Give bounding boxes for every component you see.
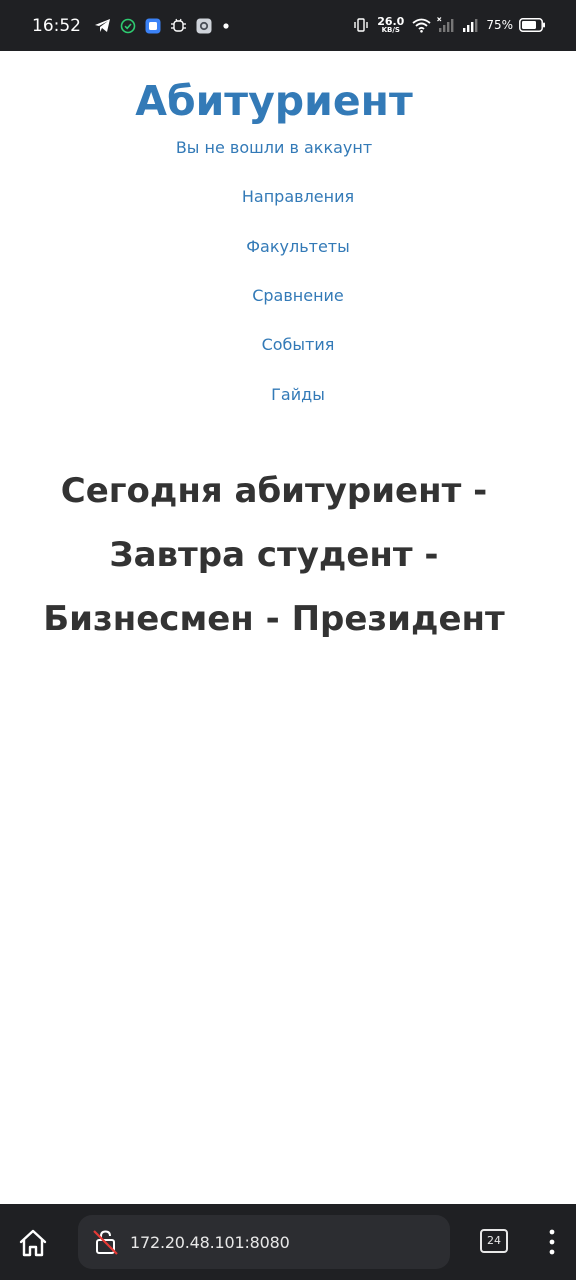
vibrate-icon [353, 17, 369, 33]
slogan-line: Завтра студент - [109, 535, 439, 575]
nav-link-faculties[interactable]: Факультеты [0, 234, 576, 260]
site-title[interactable]: Абитуриент [0, 77, 548, 125]
nav-link-events[interactable]: События [0, 332, 576, 358]
home-icon[interactable] [18, 1228, 48, 1258]
address-bar[interactable]: 172.20.48.101:8080 [78, 1215, 450, 1269]
app-notification-icon [145, 18, 161, 34]
url-text[interactable]: 172.20.48.101:8080 [130, 1233, 290, 1252]
status-left: 16:52 [32, 16, 231, 36]
browser-bottom-bar: 172.20.48.101:8080 24 [0, 1204, 576, 1280]
battery-icon [519, 18, 546, 33]
mobile-signal-icon [462, 17, 480, 33]
auth-status-link[interactable]: Вы не вошли в аккаунт [0, 138, 548, 157]
status-time: 16:52 [32, 15, 81, 36]
network-speed: 26.0 KB/S [377, 16, 404, 35]
mobile-signal-off-icon [437, 17, 456, 33]
network-speed-unit: KB/S [381, 26, 400, 35]
not-secure-lock-icon[interactable] [92, 1228, 120, 1256]
tabs-icon[interactable]: 24 [480, 1229, 508, 1253]
slogan-heading: Сегодня абитуриент - Завтра студент - Би… [0, 459, 548, 651]
slogan-line: Бизнесмен - Президент [43, 599, 505, 639]
nav-link-directions[interactable]: Направления [0, 184, 576, 210]
nav-link-comparison[interactable]: Сравнение [0, 283, 576, 309]
status-right: 26.0 KB/S 75% [353, 16, 546, 35]
nav-link-guides[interactable]: Гайды [0, 382, 576, 408]
wifi-icon [412, 18, 431, 33]
slogan-line: Сегодня абитуриент - [60, 471, 488, 511]
android-debug-icon [170, 18, 187, 34]
status-bar: 16:52 26.0 KB/S 75% [0, 0, 576, 51]
sync-check-icon [120, 18, 136, 34]
more-menu-icon[interactable] [542, 1228, 562, 1258]
settings-app-icon [196, 18, 212, 34]
battery-percent: 75% [486, 18, 513, 33]
dot-icon [221, 21, 231, 31]
telegram-icon [94, 18, 111, 33]
web-page: Абитуриент Вы не вошли в аккаунт Направл… [0, 51, 576, 1204]
